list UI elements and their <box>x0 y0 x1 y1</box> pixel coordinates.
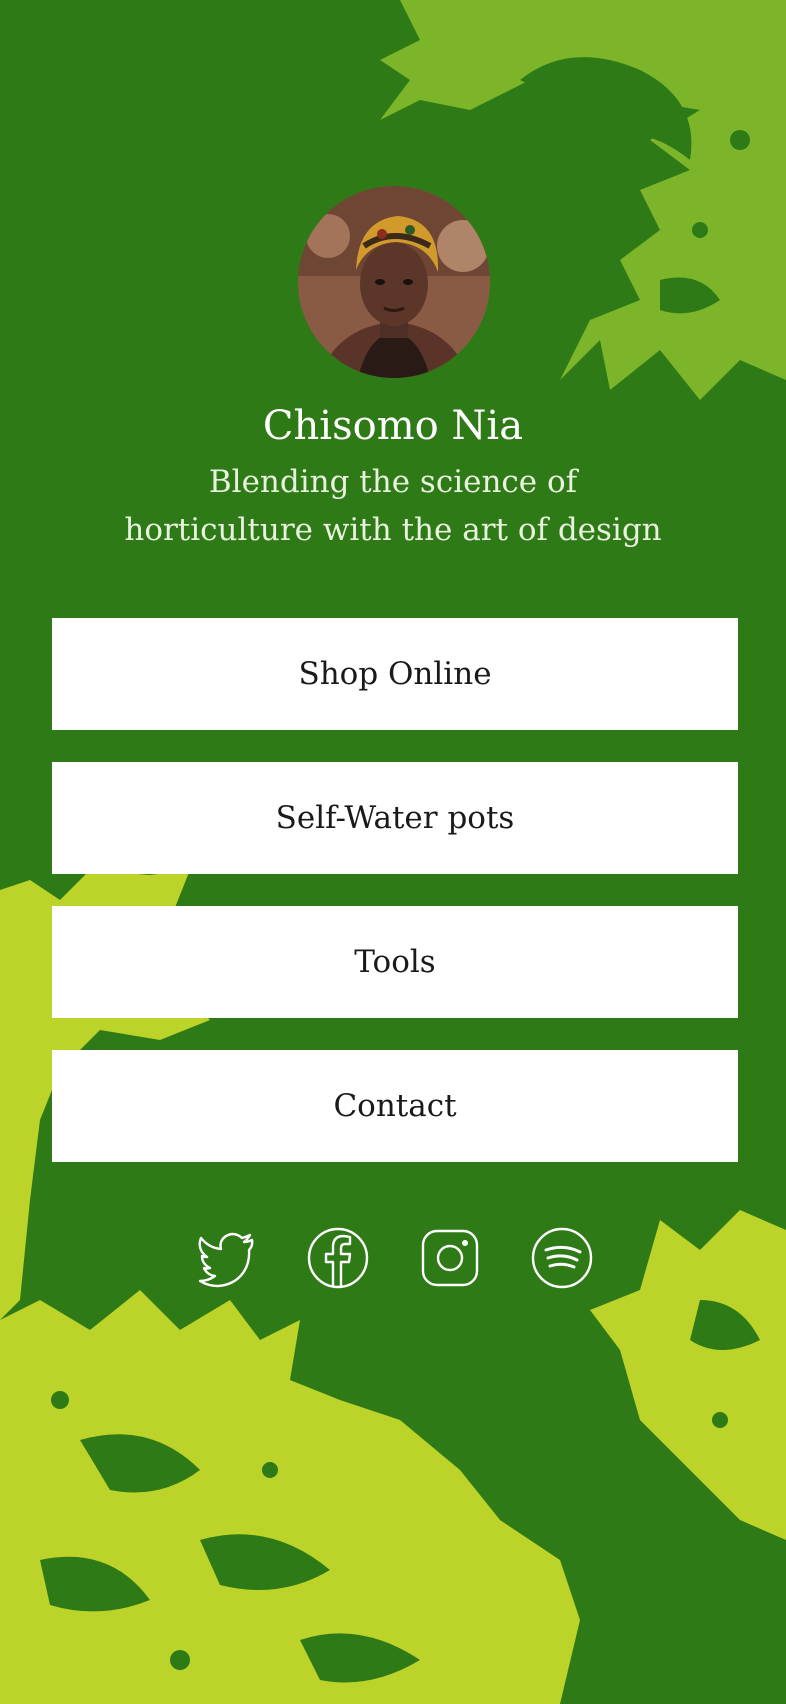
link-button-self-water-pots[interactable]: Self-Water pots <box>52 762 738 874</box>
instagram-link[interactable] <box>418 1226 482 1290</box>
profile-bio: Blending the science of horticulture wit… <box>124 464 662 548</box>
twitter-icon <box>198 1232 254 1288</box>
social-links <box>194 1226 594 1290</box>
link-list: Shop Online Self-Water pots Tools Contac… <box>52 618 738 1194</box>
profile-name: Chisomo Nia <box>262 403 524 449</box>
link-button-contact[interactable]: Contact <box>52 1050 738 1162</box>
spotify-icon <box>531 1227 593 1289</box>
twitter-link[interactable] <box>194 1226 258 1290</box>
spotify-link[interactable] <box>530 1226 594 1290</box>
facebook-link[interactable] <box>306 1226 370 1290</box>
link-button-shop-online[interactable]: Shop Online <box>52 618 738 730</box>
link-button-tools[interactable]: Tools <box>52 906 738 1018</box>
facebook-icon <box>307 1227 369 1289</box>
avatar <box>298 186 490 378</box>
avatar-portrait <box>298 186 490 378</box>
profile-page: Chisomo Nia Blending the science of hort… <box>0 0 786 1704</box>
instagram-icon <box>421 1229 479 1287</box>
